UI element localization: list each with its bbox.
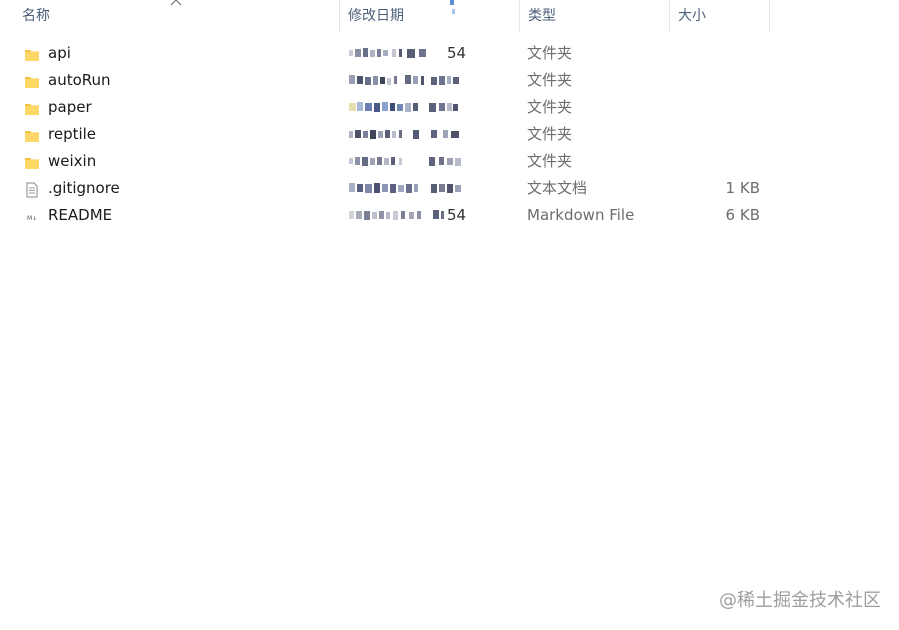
- folder-icon: [24, 153, 40, 169]
- file-list: api 54 文件夹 autoRun 文件夹 paper 文件夹 reptile…: [0, 40, 899, 229]
- file-name: reptile: [48, 125, 97, 143]
- sort-ascending-icon: [170, 0, 182, 7]
- column-header-type-label: 类型: [528, 8, 556, 24]
- file-name: .gitignore: [48, 179, 120, 197]
- file-name: autoRun: [48, 71, 111, 89]
- column-header-size-label: 大小: [678, 8, 706, 24]
- file-row-gitignore[interactable]: .gitignore 文本文档 1 KB: [0, 175, 899, 202]
- file-row-api[interactable]: api 54 文件夹: [0, 40, 899, 67]
- column-header-name[interactable]: 名称: [0, 0, 340, 32]
- folder-icon: [24, 72, 40, 88]
- file-type: 文件夹: [527, 98, 573, 116]
- column-header-date-label: 修改日期: [348, 8, 404, 24]
- modified-date-blurred: [347, 148, 467, 175]
- file-size: [680, 148, 760, 175]
- svg-text:M↓: M↓: [27, 215, 37, 222]
- file-row-weixin[interactable]: weixin 文件夹: [0, 148, 899, 175]
- file-type: 文本文档: [527, 179, 588, 197]
- file-name: paper: [48, 98, 92, 116]
- file-type: 文件夹: [527, 152, 573, 170]
- file-explorer: 名称 修改日期 类型 大小 api 54 文件夹 autoRun 文件夹 pap…: [0, 0, 899, 630]
- file-type: 文件夹: [527, 125, 573, 143]
- modified-date-blurred: [347, 67, 467, 94]
- watermark: @稀土掘金技术社区: [719, 590, 881, 611]
- file-row-readme[interactable]: M↓ README 54 Markdown File 6 KB: [0, 202, 899, 229]
- column-header-size[interactable]: 大小: [670, 0, 770, 32]
- column-header-bar: 名称 修改日期 类型 大小: [0, 0, 899, 32]
- folder-icon: [24, 99, 40, 115]
- column-header-date[interactable]: 修改日期: [340, 0, 520, 32]
- file-row-autorun[interactable]: autoRun 文件夹: [0, 67, 899, 94]
- file-size: 6 KB: [725, 206, 760, 224]
- column-header-name-label: 名称: [22, 8, 50, 24]
- file-name: weixin: [48, 152, 97, 170]
- modified-date-minutes: 54: [447, 206, 467, 224]
- file-row-reptile[interactable]: reptile 文件夹: [0, 121, 899, 148]
- file-row-paper[interactable]: paper 文件夹: [0, 94, 899, 121]
- modified-date-blurred: [347, 94, 467, 121]
- text-file-icon: [24, 180, 40, 198]
- pixelated-blur-icon: [450, 0, 456, 16]
- folder-icon: [24, 126, 40, 142]
- file-size: [680, 40, 760, 67]
- folder-icon: [24, 45, 40, 61]
- file-size: 1 KB: [725, 179, 760, 197]
- modified-date-minutes: 54: [447, 44, 467, 62]
- column-header-type[interactable]: 类型: [520, 0, 670, 32]
- markdown-file-icon: M↓: [24, 207, 40, 223]
- file-type: Markdown File: [527, 206, 635, 224]
- file-size: [680, 121, 760, 148]
- file-type: 文件夹: [527, 44, 573, 62]
- file-size: [680, 94, 760, 121]
- modified-date-blurred: [347, 175, 467, 202]
- file-name: api: [48, 44, 71, 62]
- file-type: 文件夹: [527, 71, 573, 89]
- file-name: README: [48, 206, 113, 224]
- modified-date-blurred: [347, 121, 467, 148]
- file-size: [680, 67, 760, 94]
